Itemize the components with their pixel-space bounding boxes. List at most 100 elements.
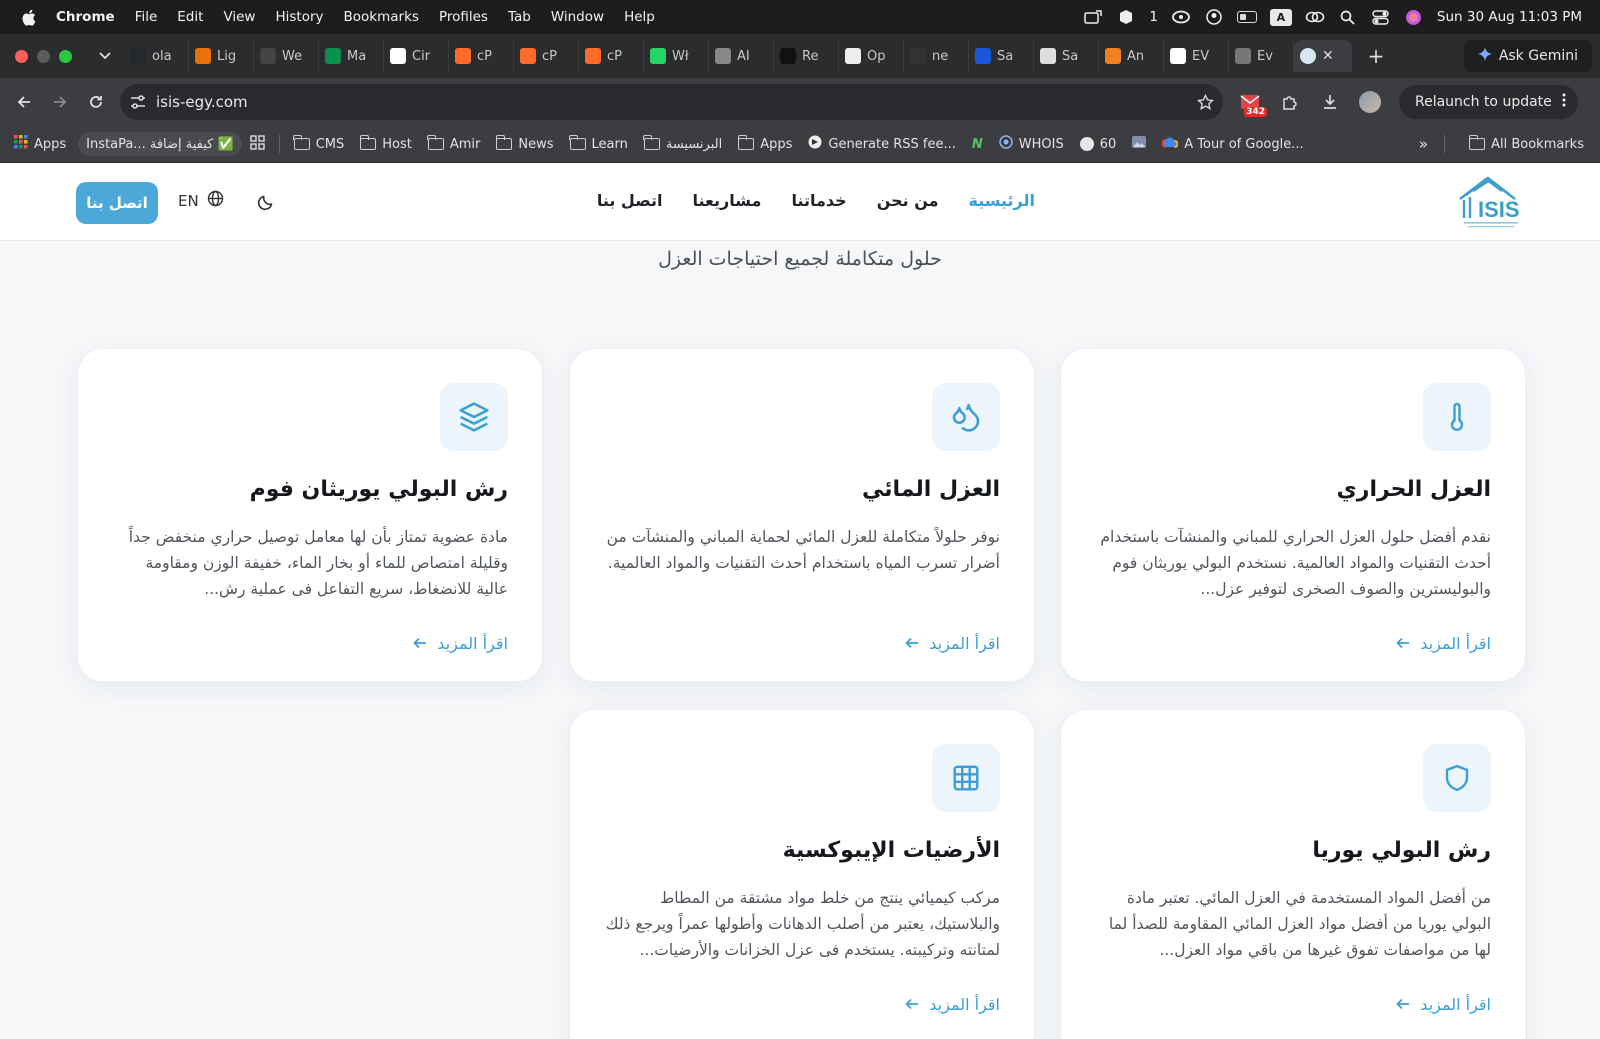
service-card-pu-foam[interactable]: رش البولي يوريثان فوم مادة عضوية تمتاز ب… [77,348,543,682]
new-tab-button[interactable]: + [1364,44,1388,68]
browser-tab[interactable]: We [254,40,319,72]
reload-button[interactable] [78,84,114,120]
tab-active-isis[interactable]: ✕ [1294,40,1352,72]
menu-edit[interactable]: Edit [177,9,203,25]
bookmark-folder[interactable]: Apps [730,135,800,152]
url-text[interactable]: isis-egy.com [156,93,1187,111]
browser-tab[interactable]: Sa [1034,40,1099,72]
menu-view[interactable]: View [223,9,255,25]
bookmark-tour-of-google[interactable]: A Tour of Google... [1154,136,1311,152]
read-more-link[interactable]: اقرأ المزيد [905,634,1000,653]
browser-tab[interactable]: Ev [1229,40,1294,72]
address-bar[interactable]: isis-egy.com [120,84,1223,120]
menu-app-name[interactable]: Chrome [56,9,115,25]
extension-mail-icon[interactable]: 342 [1233,85,1267,119]
bookmark-all-bookmarks[interactable]: All Bookmarks [1461,135,1592,152]
siri-icon[interactable] [1404,9,1424,25]
nav-contact[interactable]: اتصل بنا [597,191,663,210]
close-window-button[interactable] [15,49,28,63]
link-icon[interactable] [1305,9,1325,25]
menu-history[interactable]: History [275,9,323,25]
bookmark-folder[interactable]: البرنسيسة [636,135,730,152]
minimize-window-button[interactable] [37,49,50,63]
menu-tab[interactable]: Tab [508,9,531,25]
menu-window[interactable]: Window [551,9,604,25]
service-card-waterproofing[interactable]: العزل المائي نوفر حلولاً متكاملة للعزل ا… [569,348,1035,682]
moon-icon[interactable] [254,190,278,214]
zoom-window-button[interactable] [59,49,72,63]
bookmark-star-icon[interactable] [1187,93,1223,111]
user-status-icon[interactable] [1204,9,1224,25]
service-card-polyurea[interactable]: رش البولي يوريا من أفضل المواد المستخدمة… [1060,709,1526,1039]
control-center-icon[interactable] [1371,9,1391,25]
clock[interactable]: Sun 30 Aug 11:03 PM [1437,9,1582,25]
bookmark-folder[interactable]: Learn [562,135,636,152]
browser-tab[interactable]: An [1099,40,1164,72]
bookmark-image-link[interactable] [1124,136,1154,152]
bookmark-apps[interactable]: Apps [6,135,74,153]
read-more-link[interactable]: اقرأ المزيد [905,995,1000,1014]
menu-help[interactable]: Help [624,9,655,25]
bookmark-whois[interactable]: WHOIS [991,135,1072,153]
contact-us-button[interactable]: اتصل بنا [76,182,158,224]
browser-tab[interactable]: EV [1164,40,1229,72]
bookmark-folder[interactable]: News [488,135,561,152]
nav-services[interactable]: خدماتنا [791,191,846,210]
main-nav: الرئيسية من نحن خدماتنا مشاريعنا اتصل بن… [597,191,1035,210]
close-tab-icon[interactable]: ✕ [1322,48,1334,64]
service-card-thermal[interactable]: العزل الحراري نقدم أفضل حلول العزل الحرا… [1060,348,1526,682]
browser-tab[interactable]: Wł [644,40,709,72]
nav-projects[interactable]: مشاريعنا [692,191,761,210]
nav-about[interactable]: من نحن [877,191,939,210]
isis-logo[interactable]: ISIS [1456,173,1526,231]
battery-icon[interactable] [1236,9,1257,25]
box-icon[interactable] [1116,9,1136,25]
browser-tab[interactable]: AI [709,40,774,72]
site-info-icon[interactable] [120,95,156,109]
bookmark-instapaper[interactable]: InstaPa... كيفية إضافة ✅ [78,132,242,156]
bookmark-n-icon-link[interactable]: N [964,137,991,152]
folder-icon [495,135,513,150]
bookmark-grid[interactable] [242,134,273,154]
more-bookmarks-chevron-icon[interactable]: » [1419,135,1428,153]
browser-tab[interactable]: Op [839,40,904,72]
browser-tab[interactable]: Re [774,40,839,72]
more-menu-icon[interactable] [1562,93,1566,111]
bookmark-sixty[interactable]: 60 [1072,137,1125,152]
menu-file[interactable]: File [135,9,158,25]
browser-tab[interactable]: cP [579,40,644,72]
browser-tab[interactable]: cP [514,40,579,72]
bookmark-folder[interactable]: CMS [286,135,353,152]
browser-tab[interactable]: Sa [969,40,1034,72]
extensions-puzzle-icon[interactable] [1273,85,1307,119]
menu-bookmarks[interactable]: Bookmarks [344,9,419,25]
menu-profiles[interactable]: Profiles [439,9,488,25]
read-more-link[interactable]: اقرأ المزيد [413,634,508,653]
browser-tab[interactable]: ne [904,40,969,72]
bookmark-generate-rss[interactable]: Generate RSS fee... [800,135,964,153]
bookmark-folder[interactable]: Amir [420,135,489,152]
bookmark-folder[interactable]: Host [352,135,420,152]
read-more-link[interactable]: اقرأ المزيد [1396,995,1491,1014]
forward-button[interactable] [42,84,78,120]
apple-icon[interactable] [20,9,36,26]
read-more-link[interactable]: اقرأ المزيد [1396,634,1491,653]
downloads-icon[interactable] [1313,85,1347,119]
browser-tab[interactable]: Lig [189,40,254,72]
creative-cloud-icon[interactable] [1171,9,1191,25]
browser-tab[interactable]: Cir [384,40,449,72]
relaunch-to-update-button[interactable]: Relaunch to update [1399,85,1578,119]
spotlight-search-icon[interactable] [1338,9,1358,25]
screen-share-icon[interactable] [1083,9,1103,25]
browser-tab[interactable]: Ma [319,40,384,72]
back-button[interactable] [6,84,42,120]
profile-avatar[interactable] [1353,85,1387,119]
input-source-icon[interactable]: A [1269,8,1292,26]
tab-search-chevron-icon[interactable] [94,52,116,60]
language-switcher[interactable]: EN [178,190,224,211]
nav-home[interactable]: الرئيسية [969,191,1036,210]
service-card-epoxy[interactable]: الأرضيات الإيبوكسية مركب كيميائي ينتج من… [569,709,1035,1039]
ask-gemini-button[interactable]: Ask Gemini [1463,40,1592,72]
browser-tab[interactable]: ola [124,40,189,72]
browser-tab[interactable]: cP [449,40,514,72]
